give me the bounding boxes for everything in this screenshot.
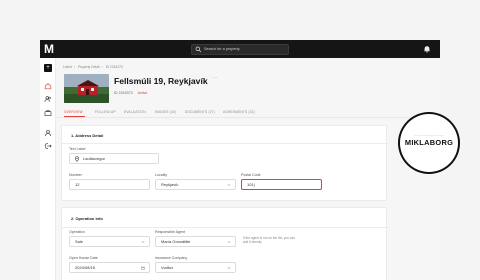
divider bbox=[62, 143, 388, 144]
agent-hint-text: If the agent is not on the list, you can… bbox=[243, 236, 295, 244]
bell-icon[interactable] bbox=[423, 45, 431, 53]
brand-badge-tagline: ──── ────── ──── bbox=[414, 134, 444, 137]
operation-value: Sale bbox=[75, 239, 84, 244]
breadcrumb-item[interactable]: Listed bbox=[63, 65, 72, 69]
insurance-select[interactable]: Vodfux bbox=[155, 262, 236, 273]
open-house-label: Open House Date bbox=[69, 256, 98, 260]
tab-bar: OVERVIEW FOLLOW-UP EVALUATION IMAGES (32… bbox=[57, 108, 440, 120]
active-tab-indicator bbox=[64, 116, 85, 117]
search-icon bbox=[195, 46, 202, 53]
tab-evaluation[interactable]: EVALUATION bbox=[124, 110, 146, 114]
operation-label: Operation bbox=[69, 230, 85, 234]
breadcrumb: Listed › Property Detail › ID 2315373 bbox=[63, 65, 123, 69]
breadcrumb-item: ID 2315373 bbox=[105, 65, 123, 69]
open-house-date-field[interactable]: 2024/08/15 bbox=[69, 262, 150, 273]
briefcase-icon[interactable] bbox=[44, 109, 52, 117]
insurance-value: Vodfux bbox=[161, 265, 174, 270]
tab-overview[interactable]: OVERVIEW bbox=[64, 110, 83, 114]
location-pin-icon bbox=[74, 156, 80, 162]
number-label: Number bbox=[69, 173, 82, 177]
agent-value: María Gonzálitte bbox=[161, 239, 191, 244]
sidebar: + bbox=[40, 58, 56, 280]
tab-agreements[interactable]: AGREEMENTS (32) bbox=[223, 110, 255, 114]
postal-code-label: Postal Code bbox=[241, 173, 261, 177]
calendar-icon bbox=[141, 266, 145, 270]
property-title: Fellsmúli 19, Reykjavík bbox=[114, 76, 208, 86]
property-thumbnail[interactable] bbox=[64, 74, 109, 103]
number-value: 12 bbox=[75, 182, 80, 187]
more-options-button[interactable]: ··· bbox=[212, 75, 217, 81]
property-id: ID 2315373 bbox=[114, 91, 133, 95]
property-meta: ID 2315373 Active bbox=[114, 91, 147, 95]
tab-follow-up[interactable]: FOLLOW-UP bbox=[95, 110, 116, 114]
chevron-down-icon bbox=[227, 184, 231, 186]
agent-label: Responsible Agent bbox=[155, 230, 185, 234]
user-icon[interactable] bbox=[44, 129, 52, 137]
divider bbox=[62, 227, 388, 228]
tab-divider bbox=[57, 117, 440, 118]
text-label: Text Label bbox=[69, 147, 86, 151]
postal-code-field[interactable]: 101| bbox=[241, 179, 322, 190]
brand-badge-logo: MIKLABORG bbox=[404, 138, 454, 147]
locality-select[interactable]: Reykjavík bbox=[155, 179, 236, 190]
tab-documents[interactable]: DOCUMENTS (27) bbox=[185, 110, 215, 114]
app-body: + Listed› Property Detail› ID 2315373 bbox=[40, 58, 440, 280]
add-button[interactable]: + bbox=[44, 64, 52, 72]
address-text-field[interactable]: Laufásvegur bbox=[69, 153, 159, 164]
chevron-down-icon bbox=[227, 267, 231, 269]
home-icon[interactable] bbox=[44, 82, 52, 90]
address-detail-card: 1. Address Detail Text Label Laufásvegur… bbox=[61, 125, 388, 201]
agent-select[interactable]: María Gonzálitte bbox=[155, 236, 236, 247]
operation-info-card: 2. Operation info Operation Sale Respons… bbox=[61, 207, 388, 280]
status-badge: Active bbox=[137, 91, 148, 95]
section-title: 2. Operation info bbox=[71, 216, 103, 221]
locality-value: Reykjavík bbox=[161, 182, 179, 187]
main-content: Listed › Property Detail › ID 2315373 Fell… bbox=[57, 58, 440, 280]
property-search-input[interactable]: Search for a property bbox=[191, 44, 289, 55]
users-icon[interactable] bbox=[44, 95, 52, 103]
section-title: 1. Address Detail bbox=[71, 133, 104, 138]
logout-icon[interactable] bbox=[44, 142, 52, 150]
postal-code-value: 101| bbox=[247, 182, 255, 187]
chevron-down-icon bbox=[227, 241, 231, 243]
breadcrumb-item[interactable]: Property Detail bbox=[78, 65, 100, 69]
chevron-down-icon bbox=[141, 241, 145, 243]
operation-select[interactable]: Sale bbox=[69, 236, 150, 247]
locality-label: Locality bbox=[155, 173, 168, 177]
number-field[interactable]: 12 bbox=[69, 179, 150, 190]
tab-images[interactable]: IMAGES (32) bbox=[155, 110, 176, 114]
insurance-label: Insurance Company bbox=[155, 256, 188, 260]
search-placeholder: Search for a property bbox=[204, 47, 240, 51]
app-logo[interactable]: M bbox=[44, 43, 54, 55]
open-house-value: 2024/08/15 bbox=[75, 265, 96, 270]
address-text-value: Laufásvegur bbox=[83, 156, 106, 161]
